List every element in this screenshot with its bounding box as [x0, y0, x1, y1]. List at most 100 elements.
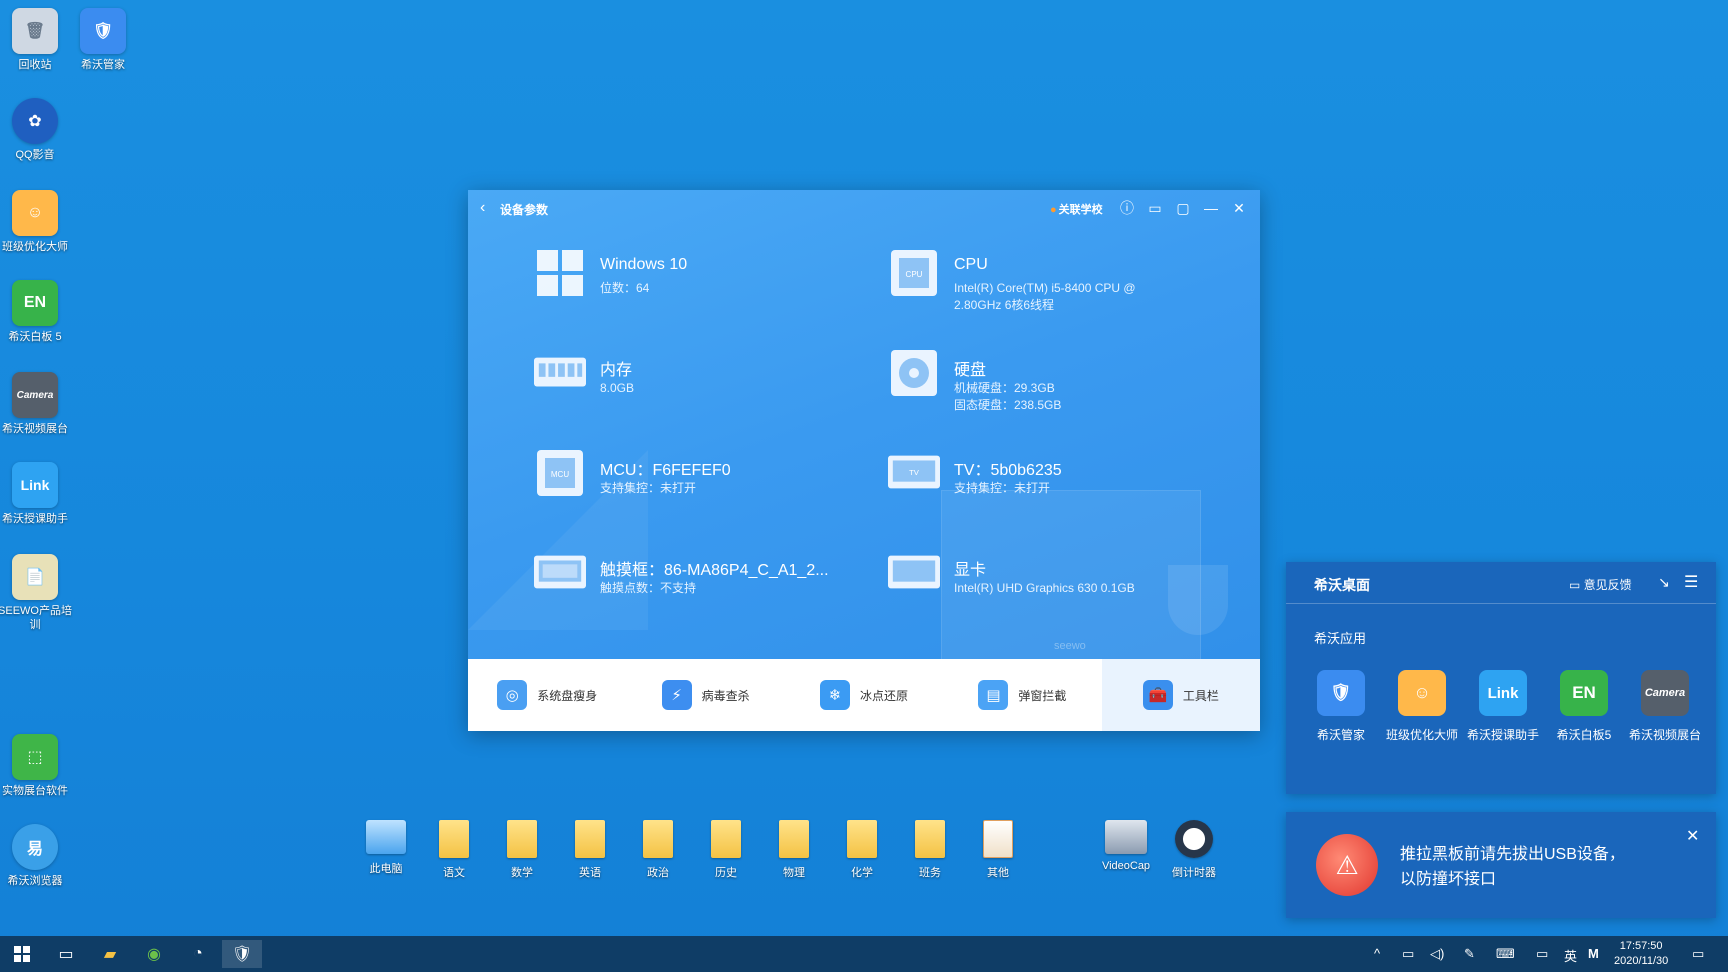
desktop-folder-chemistry[interactable]: 化学 [832, 820, 892, 880]
timer-icon[interactable]: ◔ [178, 940, 218, 968]
seewo-manager-taskbar-icon[interactable]: 🛡 [222, 940, 262, 968]
spec-touch-points: 触摸点数：不支持 [600, 581, 697, 595]
spec-gpu-model: Intel(R) UHD Graphics 630 0.1GB [954, 581, 1135, 595]
desktop-folder-math[interactable]: 数学 [492, 820, 552, 880]
folder-icon [847, 820, 877, 858]
desktop-icon-visualizer[interactable]: ⬚ 实物展台软件 [0, 734, 70, 798]
notice-line-2: 以防撞坏接口 [1400, 871, 1497, 888]
info-icon[interactable]: ⓘ [1118, 199, 1136, 217]
panel-title: 希沃桌面 [1314, 577, 1370, 593]
tool-freeze-restore[interactable]: ❄ 冰点还原 [785, 659, 943, 731]
desktop-icon-class-optimizer[interactable]: ☺ 班级优化大师 [0, 190, 70, 254]
minimize-icon[interactable]: — [1202, 199, 1220, 217]
desktop-icon-browser[interactable]: 易 希沃浏览器 [0, 824, 70, 888]
close-icon[interactable]: ✕ [1230, 199, 1248, 217]
collapse-icon[interactable]: ↘ [1658, 574, 1670, 591]
desktop-icon-videocap[interactable]: VideoCap [1096, 820, 1156, 872]
panel-app-whiteboard[interactable]: EN 希沃白板5 [1543, 670, 1625, 743]
spec-os-bits: 位数：64 [600, 281, 650, 295]
folder-icon [507, 820, 537, 858]
tray-expand-icon[interactable]: ^ [1374, 946, 1380, 961]
desktop-folder-physics[interactable]: 物理 [764, 820, 824, 880]
pen-icon[interactable]: ✎ [1464, 946, 1475, 962]
panel-app-link[interactable]: Link 希沃授课助手 [1462, 670, 1544, 743]
svg-text:MCU: MCU [551, 470, 569, 479]
panel-header: 希沃桌面 ▭ 意见反馈 ↘ ☰ [1286, 562, 1716, 604]
videocap-icon [1105, 820, 1147, 854]
touch-frame-icon [534, 548, 586, 598]
desktop-icon-recycle-bin[interactable]: 🗑 回收站 [0, 8, 70, 72]
volume-icon[interactable]: ◁) [1430, 946, 1444, 962]
notice-line-1: 推拉黑板前请先拔出USB设备， [1400, 846, 1625, 863]
tool-virus-scan-label: 病毒查杀 [701, 688, 750, 703]
desktop-folder-english[interactable]: 英语 [560, 820, 620, 880]
disk-clean-icon: ◎ [497, 680, 528, 710]
whiteboard-icon: EN [1560, 670, 1608, 716]
desktop-icon-seewo-training[interactable]: 📄 SEEWO产品培训 [0, 554, 72, 632]
file-explorer-icon[interactable]: ▰ [90, 940, 130, 968]
display-icon[interactable]: ▭ [1536, 946, 1548, 962]
desktop-icon-this-pc[interactable]: 此电脑 [356, 820, 416, 876]
close-icon[interactable]: ✕ [1686, 826, 1699, 846]
clock[interactable]: 17:57:50 2020/11/30 [1614, 939, 1668, 969]
feedback-button[interactable]: ▭ 意见反馈 [1569, 576, 1632, 593]
ime-mode[interactable]: M [1588, 946, 1599, 961]
message-icon[interactable]: ▭ [1146, 199, 1164, 217]
network-icon[interactable]: ▭ [1402, 946, 1414, 962]
feedback-icon: ▭ [1569, 578, 1584, 592]
menu-icon[interactable]: ☰ [1684, 572, 1698, 592]
document-icon: 📄 [12, 554, 58, 600]
desktop-folder-other[interactable]: 其他 [968, 820, 1028, 880]
desktop-icon-qq-player[interactable]: ✿ QQ影音 [0, 98, 70, 162]
spec-tv: TV TV：5b0b6235 支持集控：未打开 [888, 448, 1248, 518]
keyboard-icon[interactable]: ⌨ [1496, 946, 1515, 962]
tool-freeze-restore-label: 冰点还原 [860, 688, 909, 703]
whiteboard-icon: EN [12, 280, 58, 326]
folder-icon [575, 820, 605, 858]
desktop-icon-link[interactable]: Link 希沃授课助手 [0, 462, 70, 526]
desktop-icon-timer[interactable]: 倒计时器 [1164, 820, 1224, 880]
folder-icon [779, 820, 809, 858]
school-link[interactable]: ● 关联学校 [1050, 201, 1103, 217]
panel-app-seewo-manager[interactable]: 🛡 希沃管家 [1300, 670, 1382, 743]
spec-tv-name: TV：5b0b6235 [954, 462, 1062, 479]
tv-icon: TV [888, 448, 940, 498]
start-icon[interactable] [2, 940, 42, 968]
tool-toolbox[interactable]: 🧰 工具栏 [1101, 659, 1260, 731]
seewo-manager-icon: 🛡 [1317, 670, 1365, 716]
desktop-icon-seewo-manager[interactable]: 🛡 希沃管家 [68, 8, 138, 72]
back-icon[interactable]: ‹ [480, 200, 496, 216]
tool-popup-block[interactable]: ▤ 弹窗拦截 [943, 659, 1101, 731]
window-title: 设备参数 [500, 203, 549, 217]
toolbox-icon: 🧰 [1142, 680, 1173, 710]
skin-icon[interactable]: ▢ [1174, 199, 1192, 217]
spec-os-name: Windows 10 [600, 256, 688, 273]
desktop-folder-class-affairs[interactable]: 班务 [900, 820, 960, 880]
usb-warning-icon: ⚠ [1316, 834, 1378, 896]
tools-bar: ◎ 系统盘瘦身 ⚡ 病毒查杀 ❄ 冰点还原 ▤ 弹窗拦截 🧰 工具栏 [468, 659, 1260, 731]
desktop-folder-politics[interactable]: 政治 [628, 820, 688, 880]
desktop-folder-chinese[interactable]: 语文 [424, 820, 484, 880]
spec-mcu-control: 支持集控：未打开 [600, 481, 697, 495]
browser-icon: 易 [12, 824, 58, 870]
notification-center-icon[interactable]: ▭ [1692, 946, 1704, 962]
folder-icon [711, 820, 741, 858]
seewo-watermark: seewo [1054, 640, 1086, 652]
recycle-bin-icon: 🗑 [12, 8, 58, 54]
popup-block-icon: ▤ [978, 680, 1009, 710]
desktop-folder-history[interactable]: 历史 [696, 820, 756, 880]
svg-text:TV: TV [909, 468, 920, 477]
desktop-icon-camera[interactable]: Camera 希沃视频展台 [0, 372, 70, 436]
tool-popup-block-label: 弹窗拦截 [1018, 688, 1067, 703]
seewo-manager-icon: 🛡 [80, 8, 126, 54]
task-view-icon[interactable]: ▭ [46, 940, 86, 968]
panel-app-camera[interactable]: Camera 希沃视频展台 [1624, 670, 1706, 743]
desktop-icon-whiteboard[interactable]: EN 希沃白板 5 [0, 280, 70, 344]
ime-language[interactable]: 英 [1564, 946, 1577, 965]
tool-disk-clean[interactable]: ◎ 系统盘瘦身 [468, 659, 626, 731]
panel-app-class-optimizer[interactable]: ☺ 班级优化大师 [1381, 670, 1463, 743]
virus-scan-icon: ⚡ [661, 680, 692, 710]
clock-date: 2020/11/30 [1614, 955, 1669, 967]
tool-virus-scan[interactable]: ⚡ 病毒查杀 [626, 659, 784, 731]
browser-icon[interactable]: ◉ [134, 940, 174, 968]
